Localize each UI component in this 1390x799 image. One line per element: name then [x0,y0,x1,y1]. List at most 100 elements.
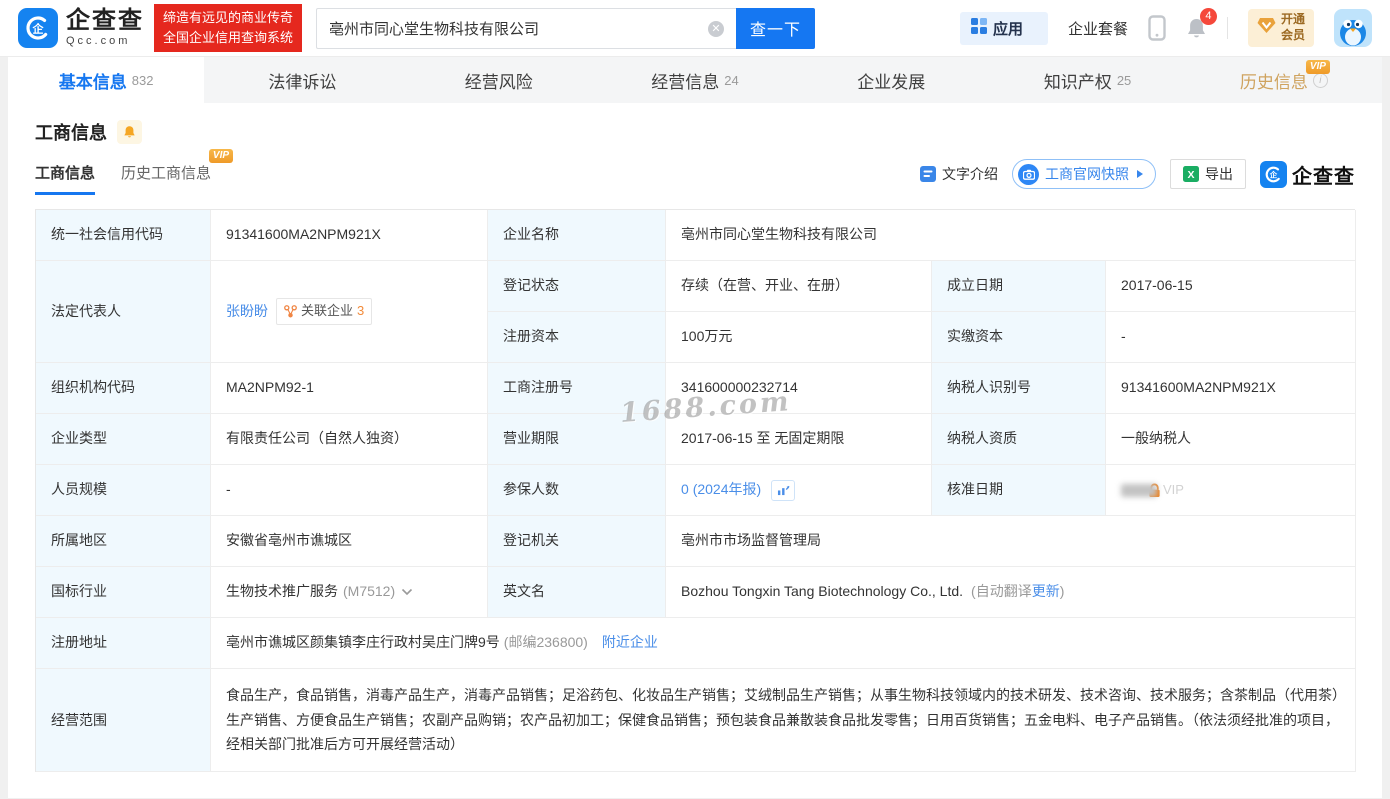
search-input[interactable] [316,7,737,49]
field-label-reg-authority: 登记机关 [488,516,666,567]
field-label-region: 所属地区 [36,516,211,567]
field-label-legal-rep: 法定代表人 [36,261,211,363]
field-label-industry: 国标行业 [36,567,211,618]
svg-text:企: 企 [1269,169,1278,179]
subtab-history-business-info[interactable]: VIP 历史工商信息 [121,149,234,195]
content-card: 基本信息 832 法律诉讼 经营风险 经营信息 24 企业发展 知识产权 25 VIP… [8,57,1382,798]
field-value-business-term: 2017-06-15 至 无固定期限 [666,414,932,465]
apps-grid-icon [970,17,987,39]
tab-history-info[interactable]: VIP 历史信息 i [1186,57,1382,103]
field-value-org-code: MA2NPM92-1 [211,363,488,414]
apps-menu[interactable]: 应用 [959,11,1048,45]
nearby-companies-link[interactable]: 附近企业 [602,632,658,654]
field-label-business-scope: 经营范围 [36,669,211,772]
divider [1226,17,1228,39]
field-value-credit-code: 91341600MA2NPM921X [211,210,488,261]
field-value-region: 安徽省亳州市谯城区 [211,516,488,567]
official-snapshot-button[interactable]: 工商官网快照 [1012,159,1156,189]
info-icon: i [1312,72,1328,88]
field-value-legal-rep: 张盼盼 关联企业 3 [211,261,488,363]
field-label-taxpayer-id: 纳税人识别号 [932,363,1106,414]
field-value-industry: 生物技术推广服务 (M7512) [211,567,488,618]
field-label-company-name: 企业名称 [488,210,666,261]
vip-badge: VIP [208,149,234,163]
field-value-paid-capital: - [1106,312,1356,363]
enterprise-package-link[interactable]: 企业套餐 [1068,18,1128,39]
field-label-credit-code: 统一社会信用代码 [36,210,211,261]
field-label-address: 注册地址 [36,618,211,669]
vip-masked-label: VIP [1163,481,1184,497]
qcc-logo-icon: 企 [18,8,58,48]
field-label-english-name: 英文名 [488,567,666,618]
field-value-english-name: Bozhou Tongxin Tang Biotechnology Co., L… [666,567,1356,618]
field-value-reg-capital: 100万元 [666,312,932,363]
brand-domain: Qcc.com [66,35,131,47]
field-value-address: 亳州市谯城区颜集镇李庄行政村吴庄门牌9号 (邮编236800) 附近企业 [211,618,1356,669]
notification-count-badge: 4 [1199,7,1217,25]
mobile-app-icon[interactable] [1148,15,1166,41]
field-label-approval-date: 核准日期 [932,465,1106,516]
open-vip-button[interactable]: 开通 会员 [1247,9,1314,47]
field-value-business-scope: 食品生产，食品销售，消毒产品生产，消毒产品销售；足浴药包、化妆品生产销售；艾绒制… [211,669,1356,772]
page-title: 工商信息 [35,123,107,143]
field-value-reg-authority: 亳州市市场监督管理局 [666,516,1356,567]
field-value-reg-number: 341600000232714 [666,363,932,414]
apps-label: 应用 [992,20,1023,38]
svg-text:X: X [1187,169,1194,181]
qcc-watermark-logo: 企 企查查 [1260,160,1355,189]
tab-legal-litigation[interactable]: 法律诉讼 [204,57,400,103]
legal-rep-link[interactable]: 张盼盼 [226,301,268,323]
field-value-taxpayer-id: 91341600MA2NPM921X [1106,363,1356,414]
org-chart-icon [284,305,297,318]
user-avatar[interactable] [1334,9,1372,47]
clear-search-icon[interactable]: ✕ [708,20,725,37]
field-label-reg-capital: 注册资本 [488,312,666,363]
field-label-establish-date: 成立日期 [932,261,1106,312]
export-button[interactable]: X 导出 [1170,159,1246,189]
field-value-approval-date: VIP [1106,465,1356,516]
field-label-org-code: 组织机构代码 [36,363,211,414]
field-value-staff-size: - [211,465,488,516]
insured-count-link[interactable]: 0 (2024年报) [681,479,761,501]
main-tabbar: 基本信息 832 法律诉讼 经营风险 经营信息 24 企业发展 知识产权 25 VIP… [8,57,1382,103]
slogan-banner: 缔造有远见的商业传奇 全国企业信用查询系统 [154,3,303,53]
notification-bell-icon[interactable]: 4 [1186,7,1217,40]
field-label-reg-number: 工商注册号 [488,363,666,414]
arrow-right-icon [1137,170,1143,178]
field-label-paid-capital: 实缴资本 [932,312,1106,363]
field-label-company-type: 企业类型 [36,414,211,465]
monitor-bell-icon[interactable] [117,120,142,144]
masked-value [1121,483,1157,497]
field-label-taxpayer-quality: 纳税人资质 [932,414,1106,465]
chevron-down-icon[interactable] [401,588,413,596]
field-label-business-term: 营业期限 [488,414,666,465]
vip-badge: VIP [1305,60,1330,74]
field-value-company-type: 有限责任公司（自然人独资） [211,414,488,465]
excel-icon: X [1183,166,1199,182]
related-companies-badge[interactable]: 关联企业 3 [276,298,373,325]
vip-diamond-icon [1257,17,1276,39]
field-value-insured-count: 0 (2024年报) [666,465,932,516]
svg-text:企: 企 [32,22,45,36]
field-label-reg-status: 登记状态 [488,261,666,312]
camera-icon [1018,163,1039,185]
update-translation-link[interactable]: 更新 [1032,581,1060,603]
trend-chart-icon[interactable] [771,479,796,501]
tab-intellectual-property[interactable]: 知识产权 25 [989,57,1185,103]
field-value-company-name: 亳州市同心堂生物科技有限公司 [666,210,1356,261]
field-value-taxpayer-quality: 一般纳税人 [1106,414,1356,465]
tab-company-development[interactable]: 企业发展 [793,57,989,103]
tab-operation-info[interactable]: 经营信息 24 [597,57,793,103]
tab-basic-info[interactable]: 基本信息 832 [8,57,205,103]
search-button[interactable]: 查一下 [736,7,816,49]
top-header: 企 企查查 Qcc.com 缔造有远见的商业传奇 全国企业信用查询系统 ✕ 查一… [0,0,1390,57]
qcc-logo[interactable]: 企 企查查 Qcc.com [18,8,144,48]
text-intro-button[interactable]: 文字介绍 [920,164,998,184]
subtab-business-info[interactable]: 工商信息 [35,162,96,195]
tab-operation-risk[interactable]: 经营风险 [401,57,597,103]
document-icon [920,166,936,182]
qcc-logo-icon: 企 [1260,160,1287,188]
field-value-establish-date: 2017-06-15 [1106,261,1356,312]
brand-name: 企查查 [66,7,144,34]
field-label-staff-size: 人员规模 [36,465,211,516]
